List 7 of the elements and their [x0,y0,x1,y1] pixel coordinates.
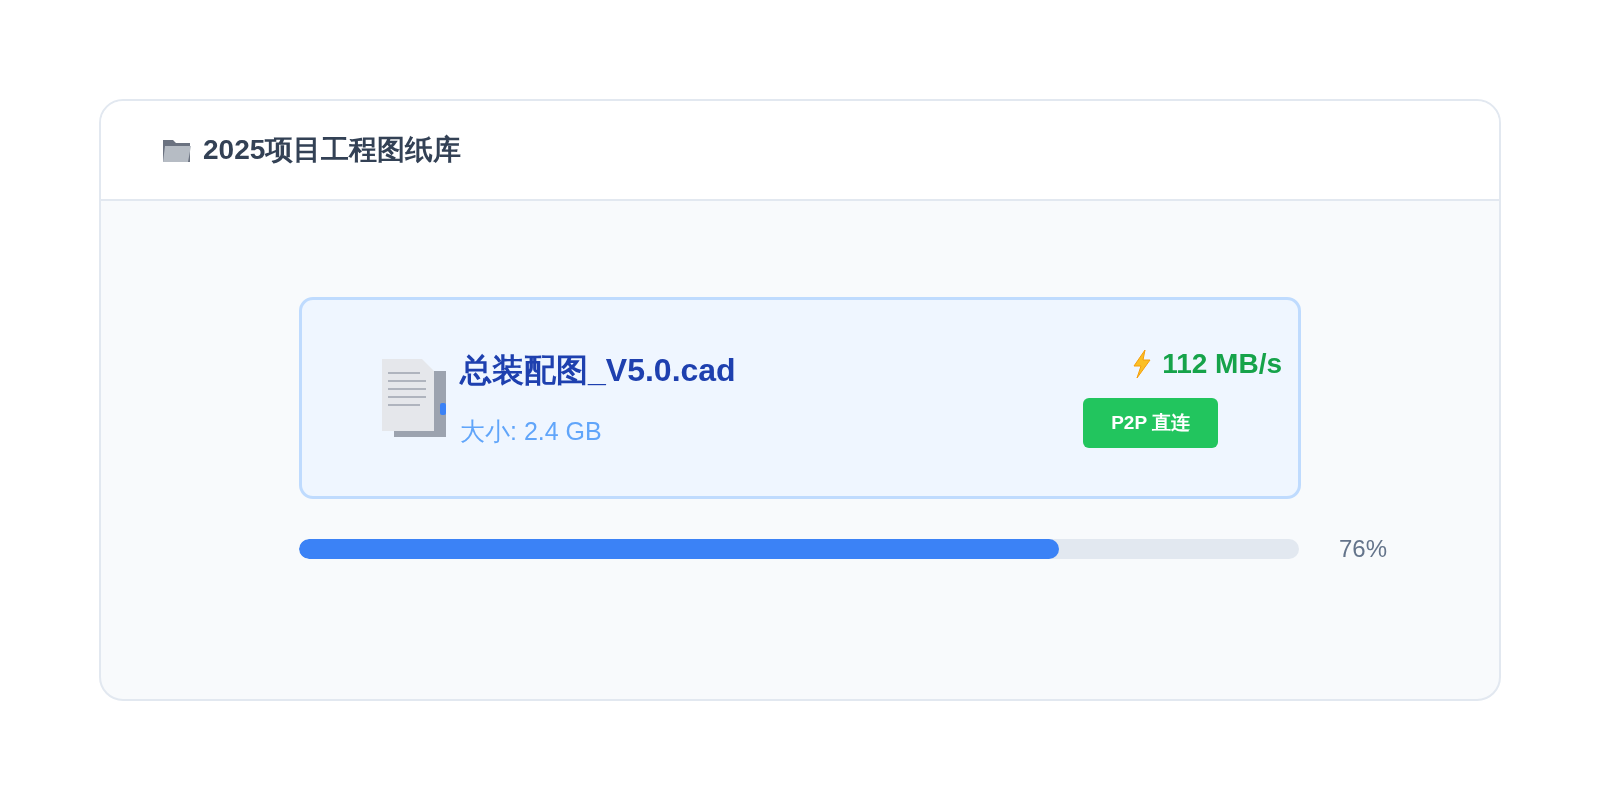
file-name: 总装配图_V5.0.cad [460,350,737,390]
connection-badge: P2P 直连 [1083,398,1218,448]
lightning-icon [1132,349,1153,379]
library-title: 2025项目工程图纸库 [203,133,462,167]
file-size: 大小: 2.4 GB [460,415,603,447]
progress-percent: 76% [1339,535,1388,563]
transfer-speed: 112 MB/s [1162,348,1282,380]
